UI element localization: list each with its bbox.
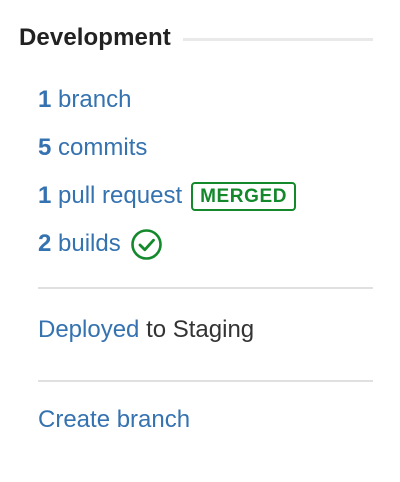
pull-request-count: 1 bbox=[38, 182, 52, 209]
commit-label: commits bbox=[58, 134, 148, 161]
header-rule bbox=[182, 38, 373, 41]
create-branch-link[interactable]: Create branch bbox=[38, 406, 190, 434]
branch-label: branch bbox=[58, 86, 132, 113]
development-header: Development bbox=[19, 18, 373, 58]
pull-requests-link[interactable]: 1 pull request bbox=[38, 182, 182, 210]
section-divider bbox=[38, 287, 373, 289]
pull-request-label: pull request bbox=[58, 182, 183, 209]
builds-item: 2 builds bbox=[38, 220, 378, 268]
commit-count: 5 bbox=[38, 134, 52, 161]
development-summary-list: 1 branch 5 commits 1 pull request MERGED… bbox=[38, 76, 378, 268]
build-count: 2 bbox=[38, 230, 52, 257]
branches-item: 1 branch bbox=[38, 76, 378, 124]
development-panel: Development 1 branch 5 commits 1 pull re… bbox=[0, 0, 400, 482]
section-divider bbox=[38, 380, 373, 382]
branch-count: 1 bbox=[38, 86, 52, 113]
branches-link[interactable]: 1 branch bbox=[38, 86, 131, 114]
deployment-environment: to Staging bbox=[139, 316, 255, 343]
section-title: Development bbox=[19, 24, 171, 51]
commits-item: 5 commits bbox=[38, 124, 378, 172]
deployment-status: Deployed to Staging bbox=[38, 316, 254, 344]
builds-link[interactable]: 2 builds bbox=[38, 230, 121, 258]
deployed-link[interactable]: Deployed bbox=[38, 316, 139, 343]
check-circle-graphic bbox=[130, 228, 162, 260]
check-circle-icon[interactable] bbox=[130, 228, 163, 261]
build-label: builds bbox=[58, 230, 121, 257]
pull-requests-item: 1 pull request MERGED bbox=[38, 172, 378, 220]
commits-link[interactable]: 5 commits bbox=[38, 134, 147, 162]
merged-status-badge: MERGED bbox=[191, 181, 297, 211]
